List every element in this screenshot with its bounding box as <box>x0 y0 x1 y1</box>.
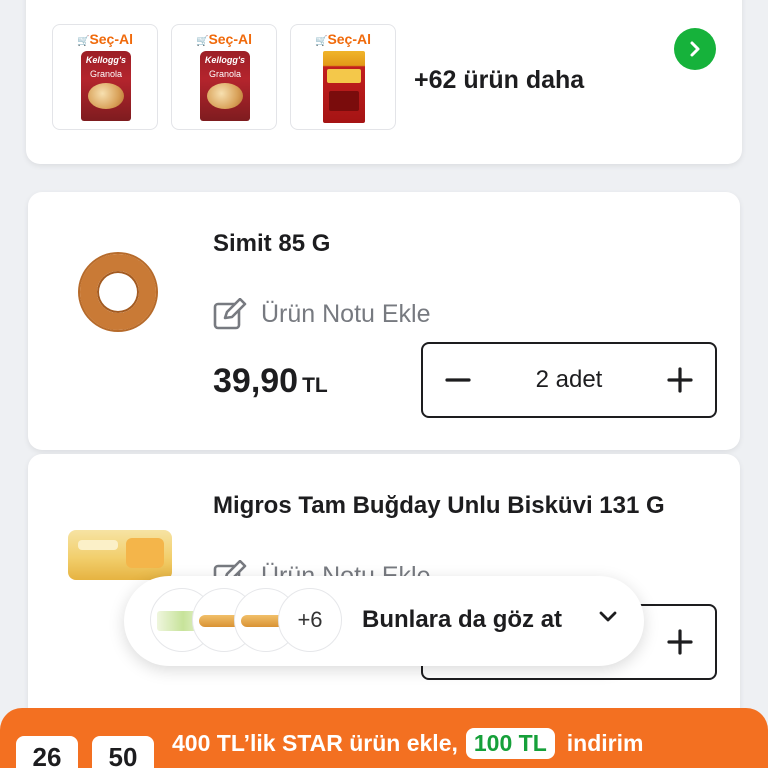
suggestion-card[interactable]: 🛒Seç-Al Kellogg's Granola 🛒Seç-Al Kellog… <box>26 0 742 164</box>
promo-text-before: 400 TL’lik STAR ürün ekle, <box>172 730 458 756</box>
quantity-stepper[interactable]: 2 adet <box>421 342 717 418</box>
badge-label: Seç-Al <box>327 31 372 47</box>
brand-label: Kellogg's <box>85 55 127 65</box>
timer-minutes: 50 <box>92 736 154 768</box>
see-these-too-button[interactable]: +6 Bunlara da göz at <box>124 576 644 666</box>
cart-icon: 🛒 <box>314 36 328 47</box>
granola-pack-icon: Kellogg's Granola <box>200 51 250 121</box>
product-label: Granola <box>208 69 242 79</box>
suggested-product-thumb[interactable]: 🛒Seç-Al Kellogg's Granola <box>52 24 158 130</box>
edit-icon <box>213 298 247 330</box>
timer-hours: 26 <box>16 736 78 768</box>
chevron-right-icon[interactable] <box>674 28 716 70</box>
price: 39,90 TL <box>213 362 328 401</box>
product-name: Migros Tam Buğday Unlu Bisküvi 131 G <box>213 492 665 519</box>
currency: TL <box>302 374 328 397</box>
price-value: 39,90 <box>213 362 299 400</box>
plus-icon[interactable] <box>645 344 715 416</box>
simit-icon <box>80 254 156 330</box>
add-note-button[interactable]: Ürün Notu Ekle <box>213 298 431 330</box>
product-label: Granola <box>89 69 123 79</box>
more-products-label[interactable]: +62 ürün daha <box>414 66 584 95</box>
see-these-too-label: Bunlara da göz at <box>362 606 563 633</box>
chevron-down-icon <box>598 610 618 629</box>
suggested-product-thumb[interactable]: 🛒Seç-Al <box>290 24 396 130</box>
suggested-product-thumb[interactable]: 🛒Seç-Al Kellogg's Granola <box>171 24 277 130</box>
badge-label: Seç-Al <box>208 31 253 47</box>
product-name: Simit 85 G <box>213 230 331 257</box>
badge-label: Seç-Al <box>89 31 134 47</box>
promo-text-after: indirim <box>566 730 644 756</box>
quantity-value: 2 adet <box>535 366 603 393</box>
tea-box-icon <box>323 51 365 123</box>
sec-al-badge: 🛒Seç-Al <box>172 31 276 47</box>
add-note-label: Ürün Notu Ekle <box>261 299 431 328</box>
sec-al-badge: 🛒Seç-Al <box>291 31 395 47</box>
cart-icon: 🛒 <box>195 36 209 47</box>
cart-icon: 🛒 <box>76 36 90 47</box>
minus-icon[interactable] <box>423 344 493 416</box>
promo-text: 400 TL’lik STAR ürün ekle, 100 TL indiri… <box>172 728 643 759</box>
promo-banner[interactable]: 26 50 400 TL’lik STAR ürün ekle, 100 TL … <box>0 708 768 768</box>
biscuit-pack-icon <box>68 530 172 580</box>
plus-icon[interactable] <box>645 606 715 678</box>
cart-item: Simit 85 G Ürün Notu Ekle 39,90 TL 2 adet <box>28 192 740 450</box>
sec-al-badge: 🛒Seç-Al <box>53 31 157 47</box>
discount-badge: 100 TL <box>465 728 555 759</box>
brand-label: Kellogg's <box>204 55 246 65</box>
granola-pack-icon: Kellogg's Granola <box>81 51 131 121</box>
more-count-badge: +6 <box>278 588 342 652</box>
